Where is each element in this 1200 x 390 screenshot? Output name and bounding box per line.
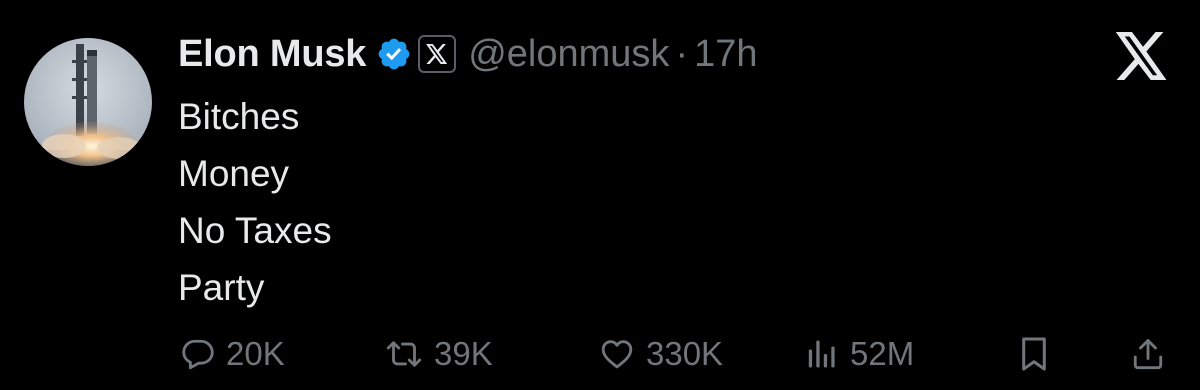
reply-button[interactable]: 20K bbox=[180, 332, 285, 376]
tweet-header: Elon Musk @elonmusk · 17h bbox=[178, 28, 758, 80]
x-logo-icon bbox=[1113, 32, 1171, 80]
views-count: 52M bbox=[850, 335, 915, 372]
heart-icon bbox=[601, 340, 633, 369]
verified-badge-icon[interactable] bbox=[376, 36, 412, 72]
tweet[interactable]: Elon Musk @elonmusk · 17h Bitches Money … bbox=[0, 0, 1200, 390]
tweet-text: Bitches Money No Taxes Party bbox=[178, 88, 332, 316]
handle[interactable]: @elonmusk bbox=[468, 33, 669, 76]
avatar[interactable] bbox=[24, 38, 152, 166]
views-button[interactable]: 52M bbox=[804, 332, 914, 376]
tweet-line: No Taxes bbox=[178, 210, 332, 251]
tweet-line: Bitches bbox=[178, 96, 300, 137]
reply-icon bbox=[182, 339, 214, 370]
reply-count: 20K bbox=[226, 335, 285, 372]
action-bar: 20K 39K 330K 52M bbox=[0, 332, 1200, 376]
x-logo-icon[interactable] bbox=[418, 35, 457, 73]
separator: · bbox=[675, 32, 689, 75]
bookmark-button[interactable] bbox=[1018, 332, 1050, 376]
repost-button[interactable]: 39K bbox=[384, 332, 493, 376]
display-name[interactable]: Elon Musk bbox=[178, 33, 366, 76]
tweet-line: Party bbox=[178, 267, 265, 308]
timestamp[interactable]: 17h bbox=[694, 33, 757, 76]
repost-icon bbox=[386, 341, 422, 367]
bookmark-icon bbox=[1022, 337, 1046, 371]
share-button[interactable] bbox=[1130, 332, 1166, 376]
repost-count: 39K bbox=[434, 335, 493, 372]
like-button[interactable]: 330K bbox=[598, 332, 723, 376]
share-icon bbox=[1133, 339, 1163, 370]
tweet-line: Money bbox=[178, 153, 290, 194]
like-count: 330K bbox=[646, 335, 724, 372]
views-icon bbox=[808, 340, 835, 368]
